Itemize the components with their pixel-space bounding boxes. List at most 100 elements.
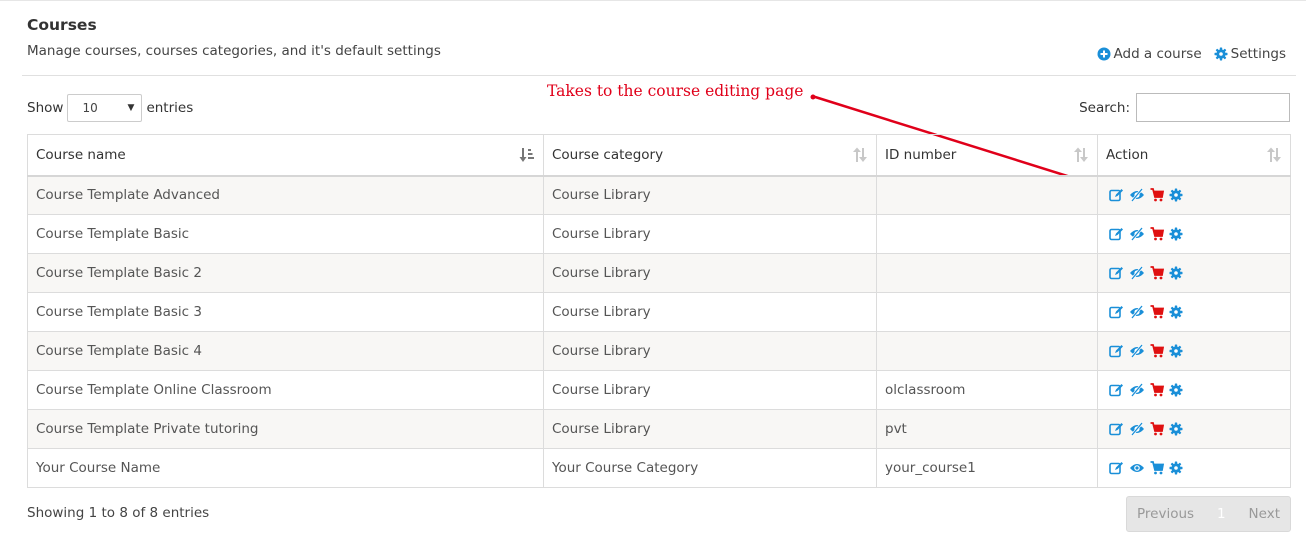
eye-slash-icon[interactable] bbox=[1129, 305, 1145, 319]
edit-icon[interactable] bbox=[1109, 344, 1124, 358]
eye-slash-icon[interactable] bbox=[1129, 344, 1145, 358]
edit-icon[interactable] bbox=[1109, 305, 1124, 319]
id-number-cell: olclassroom bbox=[876, 370, 1098, 410]
table-row: Course Template Basic 3 Course Library bbox=[27, 292, 1291, 332]
course-category-cell: Course Library bbox=[543, 292, 877, 332]
shopping-cart-icon[interactable] bbox=[1150, 461, 1164, 475]
caret-down-icon: ▼ bbox=[127, 103, 135, 113]
action-cell bbox=[1097, 370, 1291, 410]
gear-icon[interactable] bbox=[1169, 305, 1183, 319]
course-category-cell: Course Library bbox=[543, 331, 877, 371]
previous-button[interactable]: Previous bbox=[1137, 506, 1194, 522]
courses-panel: Courses Manage courses, courses categori… bbox=[0, 0, 1306, 544]
table-info: Showing 1 to 8 of 8 entries bbox=[27, 505, 210, 521]
header-actions: Add a course Settings bbox=[1097, 46, 1286, 62]
add-course-button[interactable]: Add a course bbox=[1097, 46, 1202, 62]
shopping-cart-icon[interactable] bbox=[1150, 305, 1164, 319]
course-name-cell[interactable]: Course Template Advanced bbox=[27, 175, 544, 215]
entries-label: entries bbox=[146, 100, 194, 116]
course-name-cell[interactable]: Course Template Basic 4 bbox=[27, 331, 544, 371]
id-number-cell: pvt bbox=[876, 409, 1098, 449]
course-name-cell[interactable]: Course Template Basic 3 bbox=[27, 292, 544, 332]
shopping-cart-icon[interactable] bbox=[1150, 266, 1164, 280]
action-cell bbox=[1097, 448, 1291, 488]
column-header-id-number[interactable]: ID number bbox=[876, 134, 1098, 177]
edit-icon[interactable] bbox=[1109, 461, 1124, 475]
search-label: Search: bbox=[1079, 99, 1130, 116]
table-row: Course Template Advanced Course Library bbox=[27, 175, 1291, 215]
course-category-cell: Course Library bbox=[543, 409, 877, 449]
show-entries: Show 10 ▼ entries bbox=[27, 94, 193, 122]
course-name-cell[interactable]: Course Template Private tutoring bbox=[27, 409, 544, 449]
gear-icon[interactable] bbox=[1169, 227, 1183, 241]
eye-slash-icon[interactable] bbox=[1129, 422, 1145, 436]
eye-slash-icon[interactable] bbox=[1129, 383, 1145, 397]
plus-circle-icon bbox=[1097, 47, 1111, 61]
course-name-cell[interactable]: Course Template Basic bbox=[27, 214, 544, 254]
edit-icon[interactable] bbox=[1109, 266, 1124, 280]
table-row: Course Template Basic Course Library bbox=[27, 214, 1291, 254]
edit-icon[interactable] bbox=[1109, 422, 1124, 436]
course-name-cell[interactable]: Your Course Name bbox=[27, 448, 544, 488]
sort-both-icon bbox=[1266, 147, 1282, 163]
courses-table: Course name Course category ID number Ac… bbox=[27, 134, 1291, 488]
gear-icon[interactable] bbox=[1169, 422, 1183, 436]
show-label: Show bbox=[27, 100, 64, 116]
id-number-cell bbox=[876, 214, 1098, 254]
settings-label: Settings bbox=[1230, 46, 1286, 62]
gear-icon[interactable] bbox=[1169, 461, 1183, 475]
id-number-cell: your_course1 bbox=[876, 448, 1098, 488]
action-cell bbox=[1097, 331, 1291, 371]
column-header-course-name[interactable]: Course name bbox=[27, 134, 544, 177]
page-title: Courses bbox=[27, 16, 97, 34]
edit-icon[interactable] bbox=[1109, 188, 1124, 202]
action-cell bbox=[1097, 175, 1291, 215]
shopping-cart-icon[interactable] bbox=[1150, 227, 1164, 241]
action-cell bbox=[1097, 409, 1291, 449]
eye-slash-icon[interactable] bbox=[1129, 188, 1145, 203]
annotation-text: Takes to the course editing page bbox=[547, 82, 804, 100]
shopping-cart-icon[interactable] bbox=[1150, 188, 1164, 202]
settings-button[interactable]: Settings bbox=[1214, 46, 1286, 62]
eye-slash-icon[interactable] bbox=[1129, 227, 1145, 241]
eye-slash-icon[interactable] bbox=[1129, 266, 1145, 280]
shopping-cart-icon[interactable] bbox=[1150, 383, 1164, 397]
page-size-value: 10 bbox=[82, 101, 98, 115]
column-header-course-category[interactable]: Course category bbox=[543, 134, 877, 177]
page-1-button[interactable]: 1 bbox=[1217, 506, 1226, 522]
page-subtitle: Manage courses, courses categories, and … bbox=[27, 43, 441, 59]
shopping-cart-icon[interactable] bbox=[1150, 422, 1164, 436]
gear-icon[interactable] bbox=[1169, 383, 1183, 397]
gear-icon[interactable] bbox=[1169, 188, 1183, 202]
eye-icon[interactable] bbox=[1129, 461, 1145, 475]
edit-icon[interactable] bbox=[1109, 227, 1124, 241]
pagination: Previous 1 Next bbox=[1126, 496, 1291, 532]
id-number-cell bbox=[876, 175, 1098, 215]
action-cell bbox=[1097, 214, 1291, 254]
course-name-cell[interactable]: Course Template Online Classroom bbox=[27, 370, 544, 410]
gear-icon[interactable] bbox=[1169, 344, 1183, 358]
edit-icon[interactable] bbox=[1109, 383, 1124, 397]
gear-icon bbox=[1214, 47, 1228, 61]
table-row: Course Template Online Classroom Course … bbox=[27, 370, 1291, 410]
courses-table-body: Course Template Advanced Course Library … bbox=[27, 175, 1291, 488]
course-name-cell[interactable]: Course Template Basic 2 bbox=[27, 253, 544, 293]
sort-both-icon bbox=[1073, 147, 1089, 163]
id-number-cell bbox=[876, 331, 1098, 371]
search-input[interactable] bbox=[1136, 93, 1290, 122]
table-row: Course Template Basic 4 Course Library bbox=[27, 331, 1291, 371]
gear-icon[interactable] bbox=[1169, 266, 1183, 280]
action-cell bbox=[1097, 253, 1291, 293]
shopping-cart-icon[interactable] bbox=[1150, 344, 1164, 358]
table-row: Course Template Basic 2 Course Library bbox=[27, 253, 1291, 293]
course-category-cell: Course Library bbox=[543, 253, 877, 293]
page-size-select[interactable]: 10 ▼ bbox=[67, 94, 143, 122]
id-number-cell bbox=[876, 253, 1098, 293]
add-course-label: Add a course bbox=[1113, 46, 1202, 62]
sort-both-icon bbox=[852, 147, 868, 163]
next-button[interactable]: Next bbox=[1249, 506, 1280, 522]
course-category-cell: Course Library bbox=[543, 370, 877, 410]
column-header-action[interactable]: Action bbox=[1097, 134, 1291, 177]
table-row: Course Template Private tutoring Course … bbox=[27, 409, 1291, 449]
course-category-cell: Course Library bbox=[543, 214, 877, 254]
